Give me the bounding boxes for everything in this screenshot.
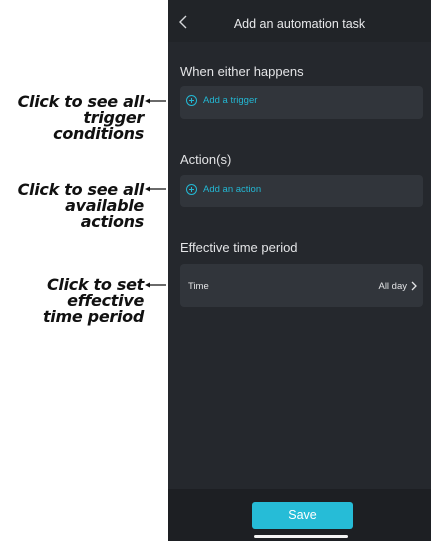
add-trigger-card[interactable]: Add a trigger bbox=[180, 86, 423, 119]
action-section-title: Action(s) bbox=[180, 152, 232, 167]
chevron-right-icon bbox=[411, 281, 417, 291]
plus-circle-icon bbox=[186, 184, 197, 195]
page-title: Add an automation task bbox=[233, 17, 366, 31]
callout-action-line2: available actions bbox=[65, 196, 144, 231]
add-action-button[interactable]: Add an action bbox=[186, 184, 261, 195]
footer-bar: Save bbox=[168, 489, 431, 541]
header-bar: Add an automation task bbox=[168, 0, 431, 42]
callout-trigger: Click to see all trigger conditions bbox=[0, 94, 145, 143]
callout-period-line1: Click to set effective bbox=[46, 275, 144, 310]
period-section-title: Effective time period bbox=[180, 240, 298, 255]
phone-screen: Add an automation task When either happe… bbox=[168, 0, 431, 541]
callout-action: Click to see all available actions bbox=[0, 182, 145, 231]
callout-trigger-arrow bbox=[145, 98, 166, 104]
add-action-label: Add an action bbox=[203, 184, 262, 195]
plus-circle-icon bbox=[186, 95, 197, 106]
add-trigger-button[interactable]: Add a trigger bbox=[186, 95, 257, 106]
trigger-section-title: When either happens bbox=[180, 64, 304, 79]
callout-period-line2: time period bbox=[42, 307, 144, 326]
callout-period: Click to set effective time period bbox=[0, 277, 144, 325]
time-row-value: All day bbox=[378, 281, 407, 292]
callout-action-arrow bbox=[145, 186, 166, 192]
time-row[interactable]: Time All day bbox=[180, 264, 423, 307]
add-action-card[interactable]: Add an action bbox=[180, 175, 423, 207]
add-trigger-label: Add a trigger bbox=[203, 95, 258, 106]
home-indicator bbox=[254, 535, 348, 538]
callout-trigger-line2: trigger conditions bbox=[53, 108, 144, 143]
callout-period-arrow bbox=[145, 282, 166, 288]
save-button[interactable]: Save bbox=[252, 502, 353, 529]
time-row-label: Time bbox=[188, 281, 209, 292]
